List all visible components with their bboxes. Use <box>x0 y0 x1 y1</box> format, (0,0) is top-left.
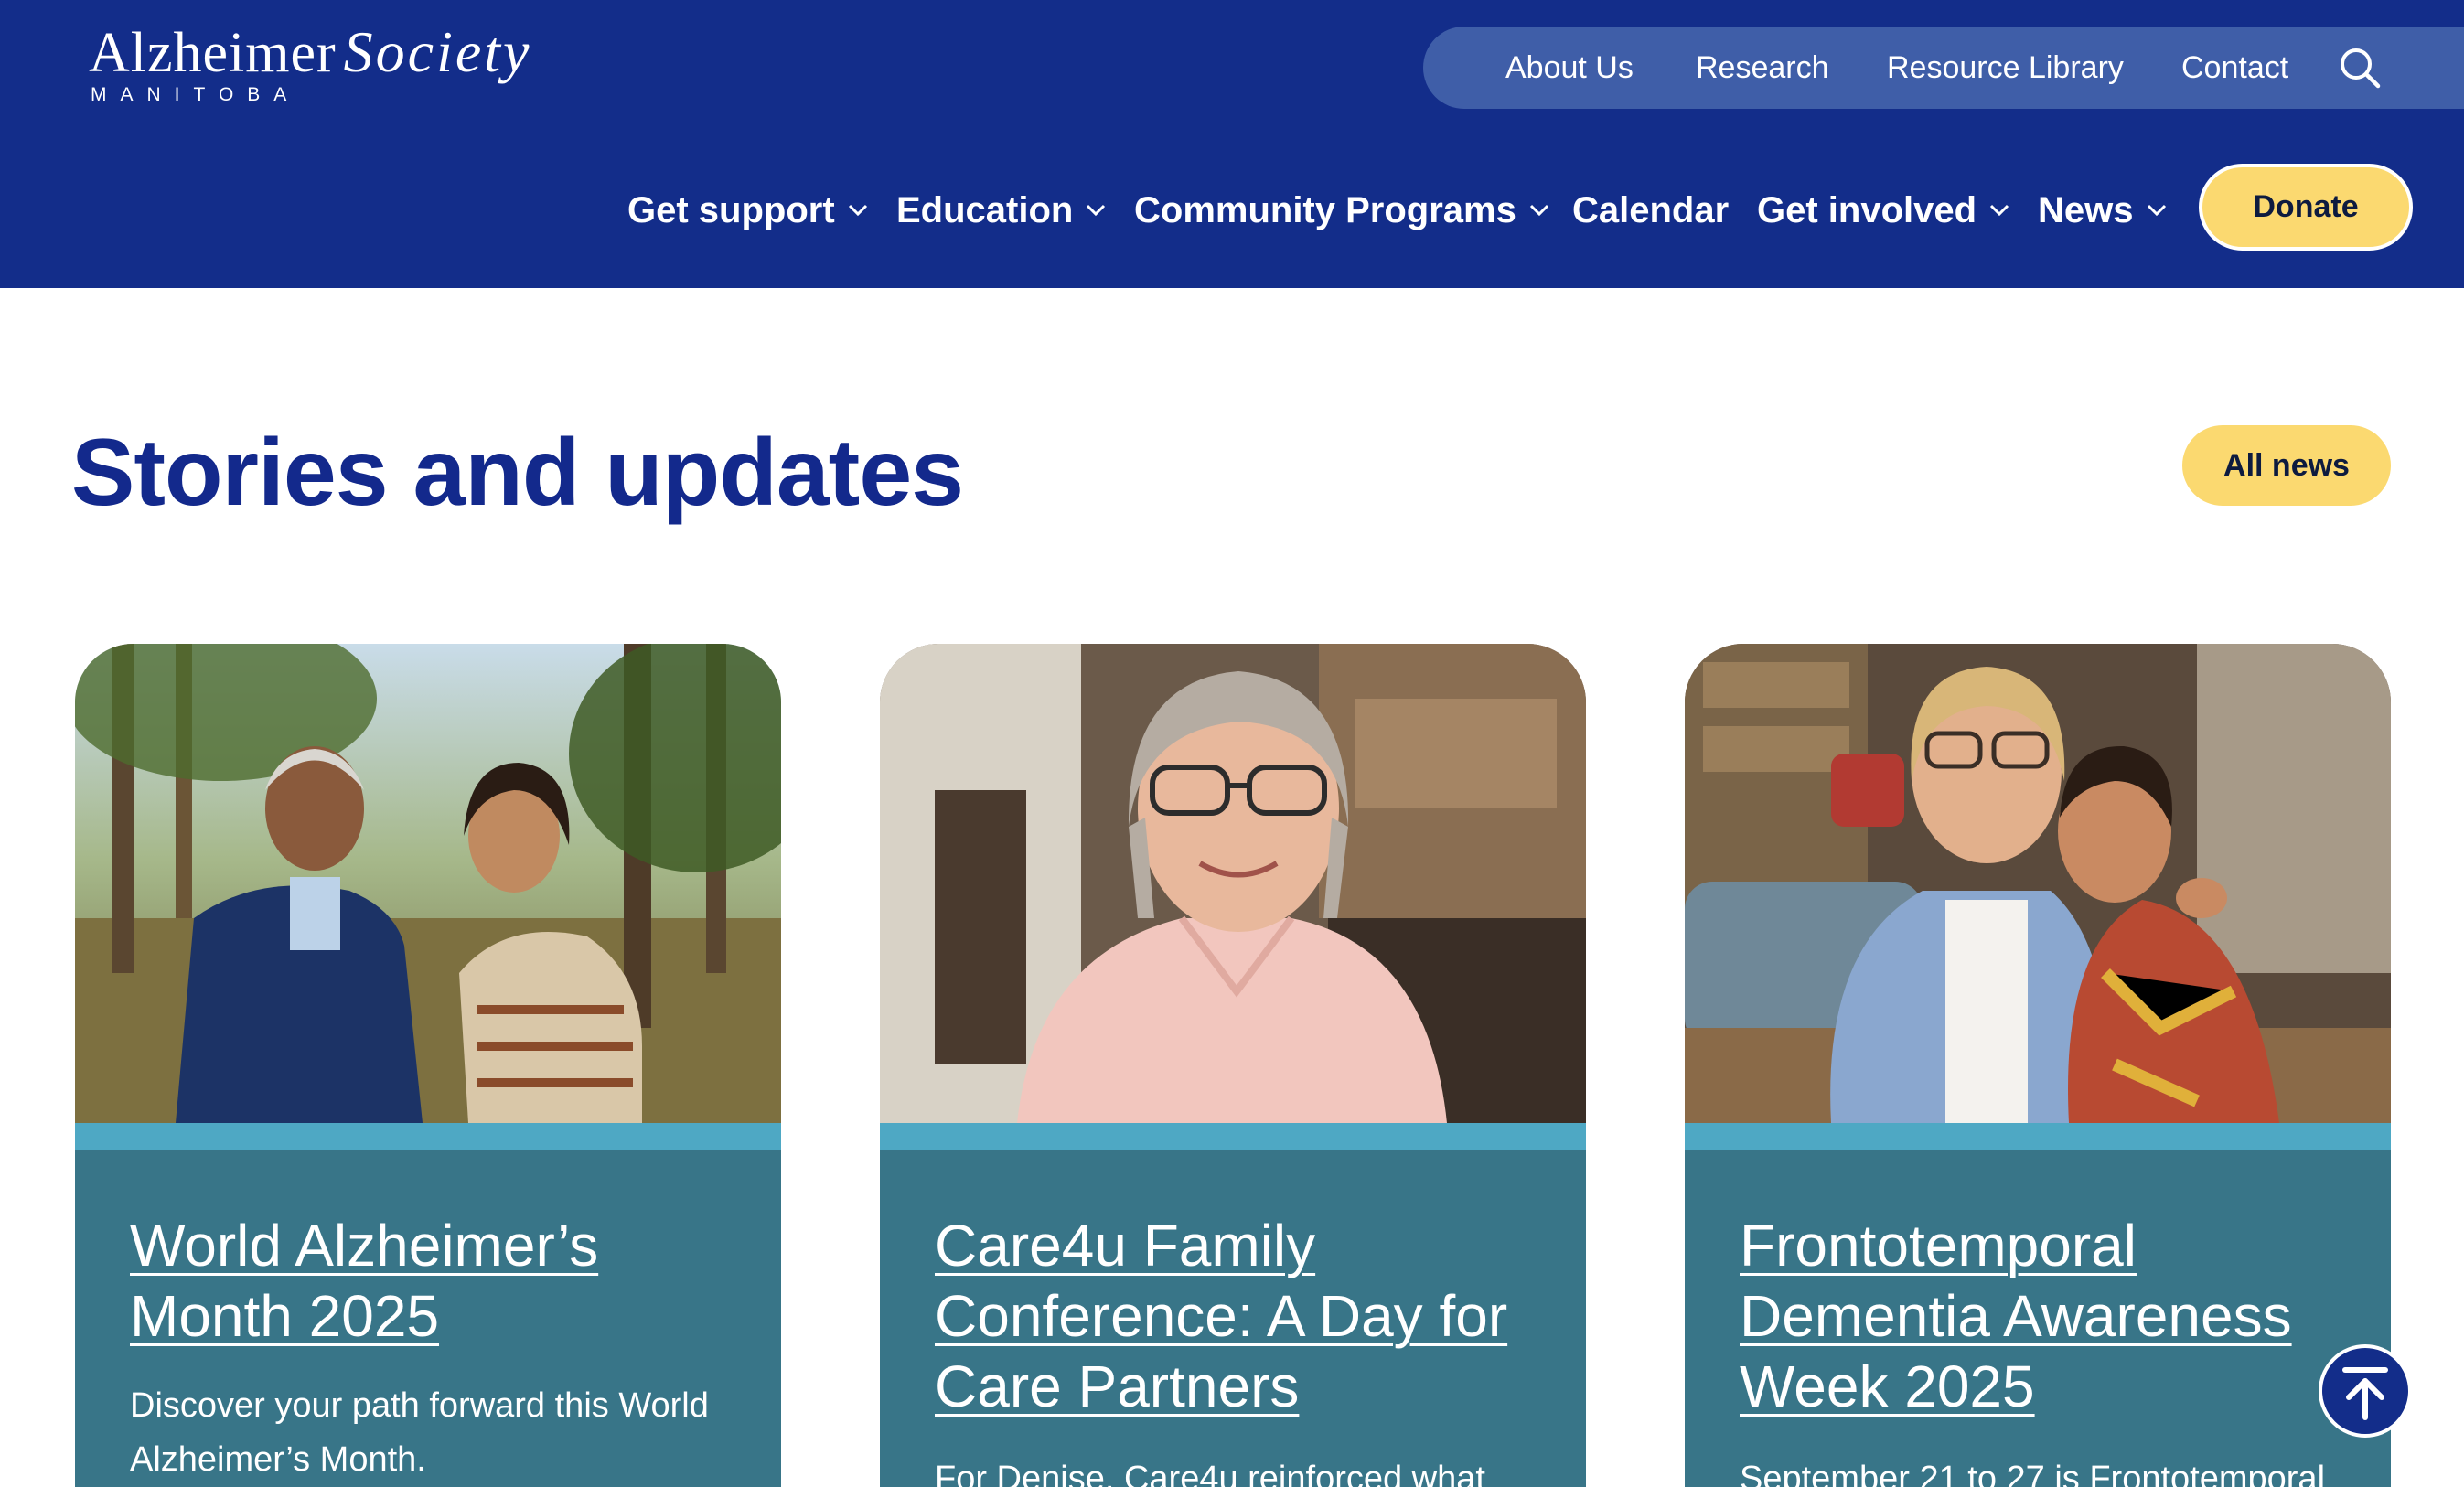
card-image <box>880 644 1586 1123</box>
card-description: September 21 to 27 is Frontotemporal <box>1740 1460 2326 1487</box>
card-accent-stripe <box>75 1123 781 1150</box>
search-icon <box>2341 48 2381 89</box>
logo-alzheimer-text: Alzheimer <box>89 22 337 84</box>
all-news-button[interactable]: All news <box>2182 425 2391 506</box>
news-card[interactable]: World Alzheimer’s Month 2025 Discover yo… <box>75 644 781 1487</box>
chevron-down-icon <box>848 205 867 217</box>
card-body: Frontotemporal Dementia Awareness Week 2… <box>1685 1150 2391 1487</box>
logo-society-text: Society <box>343 19 532 84</box>
chevron-down-icon <box>1087 205 1106 217</box>
news-card[interactable]: Care4u Family Conference: A Day for Care… <box>880 644 1586 1487</box>
chevron-down-icon <box>2147 205 2166 217</box>
card-title-link[interactable]: World Alzheimer’s Month 2025 <box>130 1211 734 1352</box>
nav-item-label: Get support <box>627 190 835 230</box>
card-title-link[interactable]: Care4u Family Conference: A Day for Care… <box>935 1211 1538 1422</box>
logo-region-text: MANITOBA <box>91 84 301 105</box>
nav-item-label: Calendar <box>1572 190 1730 230</box>
card-accent-stripe <box>1685 1123 2391 1150</box>
donate-button[interactable]: Donate <box>2199 164 2413 251</box>
news-card[interactable]: Frontotemporal Dementia Awareness Week 2… <box>1685 644 2391 1487</box>
site-header: Alzheimer Society MANITOBA About Us Resea… <box>0 0 2464 288</box>
logo-wordmark: Alzheimer Society <box>89 18 531 86</box>
search-button[interactable] <box>2337 45 2383 91</box>
card-body: Care4u Family Conference: A Day for Care… <box>880 1150 1586 1487</box>
nav-item-education[interactable]: Education <box>896 181 1106 240</box>
nav-item-get-involved[interactable]: Get involved <box>1757 181 2009 240</box>
arrow-up-to-top-icon <box>2342 1367 2388 1420</box>
card-body: World Alzheimer’s Month 2025 Discover yo… <box>75 1150 781 1487</box>
nav-item-label: News <box>2038 190 2134 230</box>
nav-item-label: Education <box>896 190 1074 230</box>
card-accent-stripe <box>880 1123 1586 1150</box>
utility-link-contact[interactable]: Contact <box>2181 27 2288 109</box>
nav-item-news[interactable]: News <box>2038 181 2167 240</box>
chevron-down-icon <box>1990 205 2009 217</box>
utility-link-resource-library[interactable]: Resource Library <box>1887 27 2124 109</box>
photo-couple-outdoors <box>75 644 781 1123</box>
utility-link-research[interactable]: Research <box>1696 27 1829 109</box>
photo-woman-portrait <box>880 644 1586 1123</box>
utility-nav: About Us Research Resource Library Conta… <box>1423 27 2464 109</box>
card-title-link[interactable]: Frontotemporal Dementia Awareness Week 2… <box>1740 1211 2343 1422</box>
card-description: Discover your path forward this World Al… <box>130 1386 709 1479</box>
utility-link-about-us[interactable]: About Us <box>1505 27 1634 109</box>
nav-item-get-support[interactable]: Get support <box>627 181 868 240</box>
chevron-down-icon <box>1529 205 1548 217</box>
back-to-top-button[interactable] <box>2319 1344 2412 1438</box>
nav-item-label: Get involved <box>1757 190 1977 230</box>
section-title: Stories and updates <box>71 420 964 526</box>
card-description: For Denise, Care4u reinforced what <box>935 1460 1485 1487</box>
card-image <box>75 644 781 1123</box>
nav-item-calendar[interactable]: Calendar <box>1572 181 1729 240</box>
nav-item-community-programs[interactable]: Community Programs <box>1134 181 1549 240</box>
nav-item-label: Community Programs <box>1134 190 1516 230</box>
card-image <box>1685 644 2391 1123</box>
site-logo[interactable]: Alzheimer Society MANITOBA <box>89 18 564 110</box>
photo-mother-daughter-embrace <box>1685 644 2391 1123</box>
